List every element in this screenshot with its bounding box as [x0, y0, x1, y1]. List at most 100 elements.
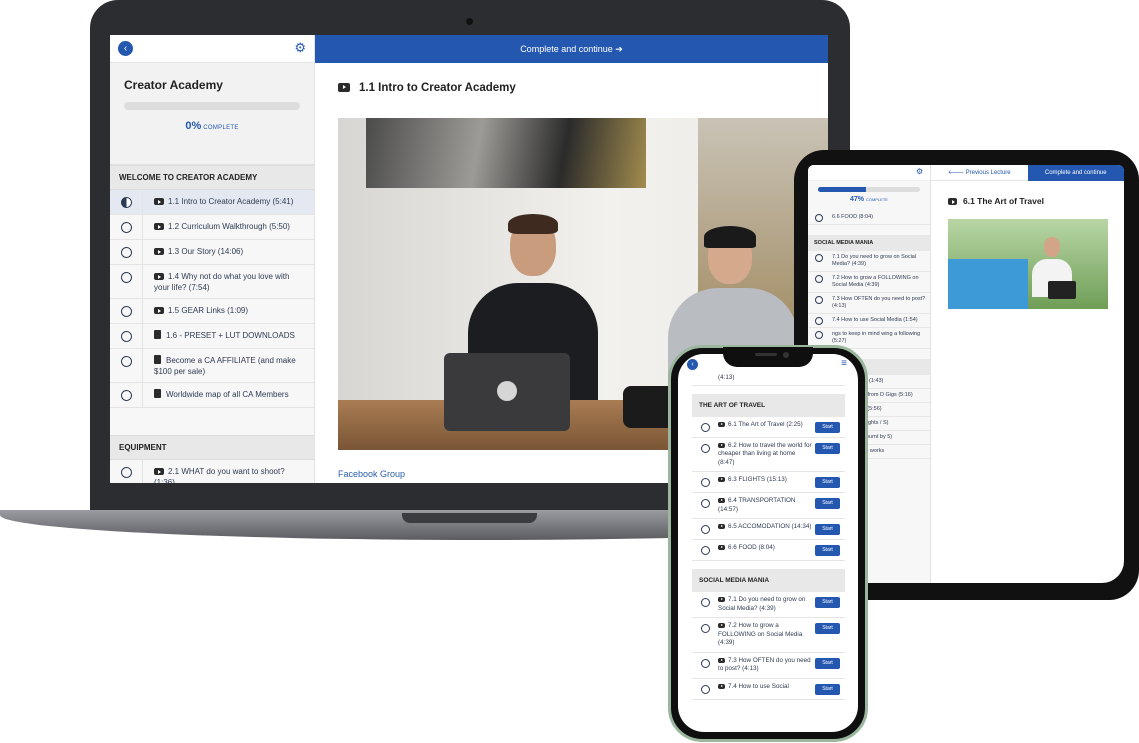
section-header: WELCOME TO CREATOR ACADEMY: [110, 165, 314, 190]
lecture-status: [692, 622, 718, 648]
start-button[interactable]: Start: [815, 524, 840, 535]
facebook-group-link[interactable]: Facebook Group: [338, 469, 405, 479]
lecture-label: 7.2 How to grow a FOLLOWING on Social Me…: [718, 622, 815, 648]
lecture-status: [692, 657, 718, 674]
lecture-item[interactable]: 6.6 FOOD (8:04) Start: [692, 540, 845, 561]
lecture-item[interactable]: 7.3 How OFTEN do you need to post? (4:13…: [808, 293, 930, 314]
incomplete-circle-icon: [815, 254, 823, 262]
start-button[interactable]: Start: [815, 421, 840, 433]
lecture-status: [692, 476, 718, 488]
lecture-item[interactable]: 6.3 FLIGHTS (15:13) Start: [692, 472, 845, 493]
video-icon: [154, 468, 164, 475]
laptop-notch: [402, 513, 537, 523]
video-icon: [154, 273, 164, 280]
back-icon[interactable]: ‹: [687, 359, 698, 370]
hamburger-menu-icon[interactable]: ≡: [841, 359, 847, 369]
lecture-video[interactable]: [948, 219, 1108, 309]
incomplete-circle-icon: [700, 422, 710, 432]
start-button[interactable]: Start: [815, 545, 840, 556]
phone-screen: (4:13) THE ART OF TRAVEL 6.1 The Art of Tr…: [678, 354, 858, 732]
video-icon: [718, 623, 725, 628]
start-button[interactable]: Start: [815, 477, 840, 488]
lecture-label: 7.4 How to use Social: [718, 683, 815, 695]
lecture-item[interactable]: 1.6 - PRESET + LUT DOWNLOADS: [110, 324, 314, 349]
lecture-item[interactable]: 7.1 Do you need to grow on Social Media?…: [808, 251, 930, 272]
lecture-text: 1.6 - PRESET + LUT DOWNLOADS: [166, 331, 295, 340]
start-button[interactable]: Start: [815, 442, 840, 454]
incomplete-circle-icon: [700, 525, 710, 534]
sidebar-header: ‹ ⚙: [110, 35, 314, 63]
lecture-item[interactable]: 7.2 How to grow a FOLLOWING on Social Me…: [808, 272, 930, 293]
video-icon: [718, 477, 725, 482]
curriculum-list: WELCOME TO CREATOR ACADEMY 1.1 Intro to C…: [110, 165, 314, 483]
presenter-laptop: [1048, 281, 1076, 299]
start-button[interactable]: Start: [815, 623, 840, 634]
start-button[interactable]: Start: [815, 683, 840, 695]
incomplete-circle-icon: [815, 331, 823, 339]
gear-icon[interactable]: ⚙: [294, 40, 306, 56]
complete-and-continue-button[interactable]: Complete and continue: [1027, 165, 1124, 181]
lecture-label: 7.3 How OFTEN do you need to post? (4:13…: [832, 296, 926, 309]
lecture-label: 6.6 FOOD (8:04): [718, 544, 815, 556]
back-icon[interactable]: ‹: [118, 41, 133, 56]
lecture-item[interactable]: 1.5 GEAR Links (1:09): [110, 299, 314, 324]
start-button[interactable]: Start: [815, 498, 840, 509]
gear-icon[interactable]: ⚙: [916, 167, 923, 176]
lecture-text: 2.1 WHAT do you want to shoot? (1:36): [154, 467, 285, 483]
previous-lecture-button[interactable]: 🡐 Previous Lecture: [931, 165, 1028, 181]
section-header: THE ART OF TRAVEL: [692, 393, 845, 417]
lecture-label: 1.5 GEAR Links (1:09): [143, 299, 314, 323]
lecture-item[interactable]: 6.6 FOOD (8:04): [808, 211, 930, 225]
incomplete-circle-icon: [700, 624, 710, 633]
front-camera: [783, 352, 789, 358]
lecture-item[interactable]: Worldwide map of all CA Members: [110, 383, 314, 408]
lecture-item[interactable]: 1.4 Why not do what you love with your l…: [110, 265, 314, 299]
lecture-status: [692, 683, 718, 695]
start-button[interactable]: Start: [815, 597, 840, 608]
start-button[interactable]: Start: [815, 657, 840, 669]
video-icon: [718, 545, 725, 550]
progress-bar: [124, 102, 300, 110]
lecture-text: 1.1 Intro to Creator Academy (5:41): [168, 197, 294, 206]
lecture-text: 6.5 ACCOMODATION (14:34): [728, 523, 812, 530]
lecture-text: 1.3 Our Story (14:06): [168, 247, 244, 256]
lecture-status: [692, 497, 718, 514]
lecture-item[interactable]: 7.4 How to use Social Start: [692, 679, 845, 700]
lecture-item[interactable]: (4:13): [692, 374, 845, 386]
lecture-item[interactable]: 6.2 How to travel the world for cheaper …: [692, 438, 845, 472]
video-icon: [718, 442, 725, 448]
presenter-cap: [704, 226, 756, 248]
lecture-item[interactable]: 7.4 How to use Social Media (1:54): [808, 314, 930, 328]
lecture-item[interactable]: 1.2 Curriculum Walkthrough (5:50): [110, 215, 314, 240]
lecture-status: [808, 314, 830, 327]
video-icon: [154, 248, 164, 255]
complete-and-continue-button[interactable]: Complete and continue ➔: [315, 35, 828, 63]
incomplete-circle-icon: [815, 296, 823, 304]
incomplete-circle-icon: [815, 317, 823, 325]
progress-label: COMPLETE: [203, 125, 239, 131]
lecture-title-text: 6.1 The Art of Travel: [963, 196, 1044, 206]
lecture-item[interactable]: Become a CA AFFILIATE (and make $100 per…: [110, 349, 314, 383]
lecture-text: 7.4 How to use Social: [728, 682, 789, 690]
lecture-item[interactable]: 6.4 TRANSPORTATION (14:57) Start: [692, 493, 845, 519]
lecture-item[interactable]: 7.2 How to grow a FOLLOWING on Social Me…: [692, 618, 845, 653]
pool: [948, 259, 1028, 309]
lecture-label: ngs to keep in mind wing a following (5:…: [832, 331, 921, 344]
incomplete-circle-icon: [700, 684, 710, 694]
lecture-item[interactable]: 2.1 WHAT do you want to shoot? (1:36): [110, 460, 314, 483]
video-icon: [154, 223, 164, 230]
lecture-item[interactable]: 6.1 The Art of Travel (2:25) Start: [692, 417, 845, 438]
lecture-item[interactable]: 6.5 ACCOMODATION (14:34) Start: [692, 519, 845, 540]
painting: [366, 118, 646, 188]
lecture-item[interactable]: 7.1 Do you need to grow on Social Media?…: [692, 592, 845, 618]
lecture-item[interactable]: 1.1 Intro to Creator Academy (5:41): [110, 190, 314, 215]
course-title: Creator Academy: [124, 78, 223, 92]
lecture-text: Worldwide map of all CA Members: [166, 390, 289, 399]
lecture-item[interactable]: 1.3 Our Story (14:06): [110, 240, 314, 265]
lecture-text: Become a CA AFFILIATE (and make $100 per…: [154, 356, 296, 376]
lecture-item[interactable]: 7.3 How OFTEN do you need to post? (4:13…: [692, 653, 845, 679]
lecture-text: 7.1 Do you need to grow on Social Media?…: [718, 596, 806, 612]
document-icon: [154, 355, 161, 364]
incomplete-circle-icon: [700, 443, 710, 453]
lecture-status: [692, 523, 718, 535]
